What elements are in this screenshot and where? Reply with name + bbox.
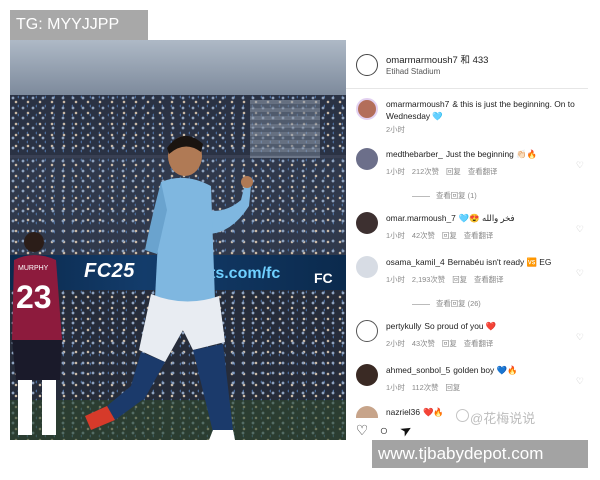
comment-username[interactable]: ahmed_sonbol_5 <box>386 365 450 375</box>
comments-panel: omarmarmoush7 和 433 Etihad Stadium omarm… <box>346 40 588 440</box>
comment-avatar[interactable] <box>356 148 378 170</box>
header-divider <box>346 88 588 89</box>
player-left-number: 23 <box>16 279 52 315</box>
comment-heart-icon[interactable]: ♡ <box>576 332 584 343</box>
comment-text: omar.marmoush_7 🩵😍 فخر والله <box>386 212 582 224</box>
comment-time: 1小时 <box>386 383 405 392</box>
comment-meta: 2小时 43次赞 回复 查看翻译 <box>386 338 500 349</box>
comment-text: omarmarmoush7 & this is just the beginnin… <box>386 98 582 122</box>
reply-link[interactable]: 回复 <box>452 275 467 284</box>
comment-avatar[interactable] <box>356 364 378 386</box>
comment-body: So proud of you ❤️ <box>424 321 497 331</box>
comment-username[interactable]: pertykully <box>386 321 421 331</box>
translate-link[interactable]: 查看翻译 <box>474 275 504 284</box>
comment-time: 1小时 <box>386 167 405 176</box>
reply-link[interactable]: 回复 <box>442 231 457 240</box>
comment-time: 2小时 <box>386 339 405 348</box>
url-watermark: www.tjbabydepot.com <box>372 440 588 468</box>
player-left: MURPHY 23 <box>12 232 62 435</box>
comment-body: Bernabéu isn't ready 🆚 EG <box>447 257 552 267</box>
translate-link[interactable]: 查看翻译 <box>464 339 494 348</box>
comment-meta: 1小时 112次赞 回复 <box>386 382 467 393</box>
comment-time: 1小时 <box>386 275 405 284</box>
view-replies-link[interactable]: 查看回复 (26) <box>412 298 481 309</box>
comment-text: pertykully So proud of you ❤️ <box>386 320 582 332</box>
like-heart-icon[interactable]: ♡ <box>354 422 370 438</box>
comment-username[interactable]: nazriel36 <box>386 407 420 417</box>
stadium-roof <box>10 40 346 95</box>
post-avatar[interactable] <box>356 54 378 76</box>
screenshot-frame: FC25 ts.com/fc FC MURPHY 23 omarmarmoush… <box>10 40 588 440</box>
comment-heart-icon[interactable]: ♡ <box>576 268 584 279</box>
comment-likes: 2,193次赞 <box>411 275 446 284</box>
post-location[interactable]: Etihad Stadium <box>386 67 440 76</box>
comment-item: omarmarmoush7 & this is just the beginnin… <box>352 96 584 135</box>
overlay-watermark: @花梅说说 <box>470 411 536 426</box>
comment-likes: 212次赞 <box>411 167 440 176</box>
comment-text: osama_kamil_4 Bernabéu isn't ready 🆚 EG <box>386 256 582 268</box>
comment-likes: 42次赞 <box>411 231 435 240</box>
reply-link[interactable]: 回复 <box>446 167 461 176</box>
post-photo[interactable]: FC25 ts.com/fc FC MURPHY 23 <box>10 40 346 440</box>
comment-body: ❤️🔥 <box>423 407 444 417</box>
comment-username[interactable]: omar.marmoush_7 <box>386 213 456 223</box>
player-left-name: MURPHY <box>18 265 49 272</box>
post-header: omarmarmoush7 和 433 Etihad Stadium <box>352 48 584 84</box>
player-celebrating <box>85 135 253 440</box>
comment-time: 2小时 <box>386 125 405 134</box>
comment-avatar[interactable] <box>356 98 378 120</box>
translate-link[interactable]: 查看翻译 <box>464 231 494 240</box>
comment-heart-icon[interactable]: ♡ <box>576 224 584 235</box>
comment-avatar[interactable] <box>356 406 378 418</box>
comment-item: omar.marmoush_7 🩵😍 فخر والله 1小时 42次赞 回复 查看翻… <box>352 210 584 244</box>
comment-item: osama_kamil_4 Bernabéu isn't ready 🆚 EG 1… <box>352 254 584 310</box>
post-actions: ♡ ○ ➤ <box>354 419 584 440</box>
comment-username[interactable]: omarmarmoush7 <box>386 99 449 109</box>
comment-likes: 43次赞 <box>411 339 435 348</box>
comment-meta: 1小时 42次赞 回复 查看翻译 <box>386 230 500 241</box>
comment-avatar[interactable] <box>356 212 378 234</box>
comment-meta: 2小时 <box>386 124 412 135</box>
comment-text: medthebarber_ Just the beginning 👏🏻🔥 <box>386 148 582 160</box>
comment-username[interactable]: osama_kamil_4 <box>386 257 445 267</box>
view-replies-link[interactable]: 查看回复 (1) <box>412 190 477 201</box>
comment-avatar[interactable] <box>356 256 378 278</box>
weibo-watermark-icon <box>456 409 469 422</box>
comment-heart-icon[interactable]: ♡ <box>576 160 584 171</box>
comment-body: Just the beginning 👏🏻🔥 <box>445 149 537 159</box>
ad-text-fc: FC <box>314 270 333 286</box>
comment-likes: 112次赞 <box>411 383 439 392</box>
reply-link[interactable]: 回复 <box>445 383 460 392</box>
translate-link[interactable]: 查看翻译 <box>468 167 498 176</box>
comment-body: golden boy 💙🔥 <box>453 365 518 375</box>
comment-time: 1小时 <box>386 231 405 240</box>
comment-item: medthebarber_ Just the beginning 👏🏻🔥 1小时 2… <box>352 146 584 202</box>
comment-avatar[interactable] <box>356 320 378 342</box>
comment-bubble-icon[interactable]: ○ <box>376 422 392 438</box>
comment-meta: 1小时 2,193次赞 回复 查看翻译 <box>386 274 511 285</box>
comment-text: ahmed_sonbol_5 golden boy 💙🔥 <box>386 364 582 376</box>
share-send-icon[interactable]: ➤ <box>395 419 417 440</box>
comment-item: ahmed_sonbol_5 golden boy 💙🔥 1小时 112次赞 回复 ♡ <box>352 362 584 396</box>
post-title[interactable]: omarmarmoush7 和 433 <box>386 52 488 66</box>
comment-username[interactable]: medthebarber_ <box>386 149 443 159</box>
comment-body: 🩵😍 فخر والله <box>458 213 515 223</box>
comment-item: pertykully So proud of you ❤️ 2小时 43次赞 回复 查看… <box>352 318 584 352</box>
comment-heart-icon[interactable]: ♡ <box>576 376 584 387</box>
reply-link[interactable]: 回复 <box>442 339 457 348</box>
comment-meta: 1小时 212次赞 回复 查看翻译 <box>386 166 504 177</box>
tg-watermark: TG: MYYJJPP <box>10 10 148 40</box>
